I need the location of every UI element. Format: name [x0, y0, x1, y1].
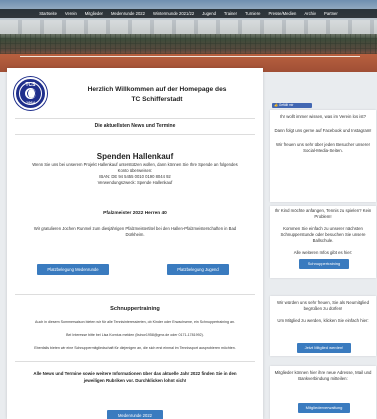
- champion-text: Wir gratulieren Jochen Runmel zum diesjä…: [33, 226, 237, 237]
- nav-item-turniere[interactable]: Turniere: [241, 9, 264, 18]
- social-question: Ihr wollt immer wissen, was im Verein lo…: [280, 114, 366, 119]
- donation-text: Wenn Sie uns bei unserem Projekt Hallenk…: [32, 162, 238, 185]
- divider: [15, 134, 255, 135]
- nav-item-verein[interactable]: Verein: [61, 9, 81, 18]
- training-text-2: Bei Interesse bitte bei Lisa Kornius mel…: [66, 333, 204, 337]
- training-text-1: Auch in diesem Sommersaison bieten wir f…: [35, 320, 235, 324]
- admin-text: Mitglieder können hier ihre neue Adresse…: [274, 370, 372, 381]
- main-content: TCS 1964 Herzlich Willkommen auf der Hom…: [7, 68, 263, 419]
- social-follow: Dann folgt uns gerne auf Facebook und In…: [274, 128, 372, 133]
- divider: [15, 294, 255, 295]
- become-member-button[interactable]: Jetzt Mitglied werden!: [297, 343, 351, 353]
- nav-item-jugend[interactable]: Jugend: [198, 9, 220, 18]
- training-title: Schnuppertraining: [110, 306, 160, 312]
- club-logo: TCS 1964: [14, 77, 47, 110]
- nav-item-mitglieder[interactable]: Mitglieder: [81, 9, 107, 18]
- membership-question: Wir würden uns sehr freuen, Sie als Neum…: [277, 300, 369, 311]
- divider: [15, 361, 255, 362]
- membership-how: Um Mitglied zu werden, klicken Sie einfa…: [277, 318, 369, 323]
- training-text-3: Ebenfalls bieten wir eine Schnuppermitgl…: [34, 346, 236, 350]
- social-thanks: Wir freuen uns sehr über jeden Besucher …: [275, 142, 371, 153]
- nav-item-wintermunde-2021-22[interactable]: Wintermunde 2021/22: [149, 9, 198, 18]
- court-fence: [0, 34, 377, 54]
- divider: [15, 118, 255, 119]
- court-line: [20, 56, 360, 57]
- nav-item-medenrunde-2022[interactable]: Medenrunde 2022: [107, 9, 149, 18]
- nav-item-partner[interactable]: Partner: [320, 9, 342, 18]
- facebook-like-button[interactable]: 👍 Gefällt mir: [272, 103, 312, 108]
- main-navigation: Startseite Verein Mitglieder Medenrunde 202…: [0, 9, 377, 18]
- logo-year: 1964: [26, 100, 35, 105]
- medenrunde-2022-button[interactable]: Medenrunde 2022: [107, 410, 163, 419]
- member-admin-button[interactable]: Mitgliederverwaltung: [298, 403, 350, 413]
- nav-item-presse-medien[interactable]: Presse/Medien: [264, 9, 300, 18]
- sidebar-social-box: Ihr wollt immer wissen, was im Verein lo…: [270, 110, 376, 202]
- platzbelegung-jugend-button[interactable]: Platzbelegung Jugend: [167, 264, 229, 275]
- footer-note: Alle News und Termine sowie weitere Info…: [33, 371, 237, 383]
- nav-item-archiv[interactable]: Archiv: [300, 9, 320, 18]
- hall-roof: [0, 20, 377, 34]
- news-heading: Die aktuellsten News und Termine: [94, 123, 176, 129]
- nav-item-startseite[interactable]: Startseite: [35, 9, 61, 18]
- champion-title: Pfalzmeister 2022 Herren 40: [103, 211, 167, 216]
- platzbelegung-medenrunde-button[interactable]: Platzbelegung Medenrunde: [37, 264, 109, 275]
- tennis-ball-icon: [25, 88, 36, 99]
- nav-item-trainer[interactable]: Trainer: [220, 9, 241, 18]
- donation-title: Spenden Hallenkauf: [96, 152, 174, 161]
- schnuppertraining-button[interactable]: Schnuppertraining: [299, 259, 349, 269]
- training-question: Ihr Kind möchte anfangen, Tennis zu spie…: [274, 208, 372, 219]
- page-title: Herzlich Willkommen auf der Homepage des…: [87, 86, 227, 103]
- training-info: Alle weiteren Infos gibt es hier:: [293, 250, 353, 255]
- training-invite: Kommen Sie einfach zu unserer nächsten S…: [280, 226, 366, 243]
